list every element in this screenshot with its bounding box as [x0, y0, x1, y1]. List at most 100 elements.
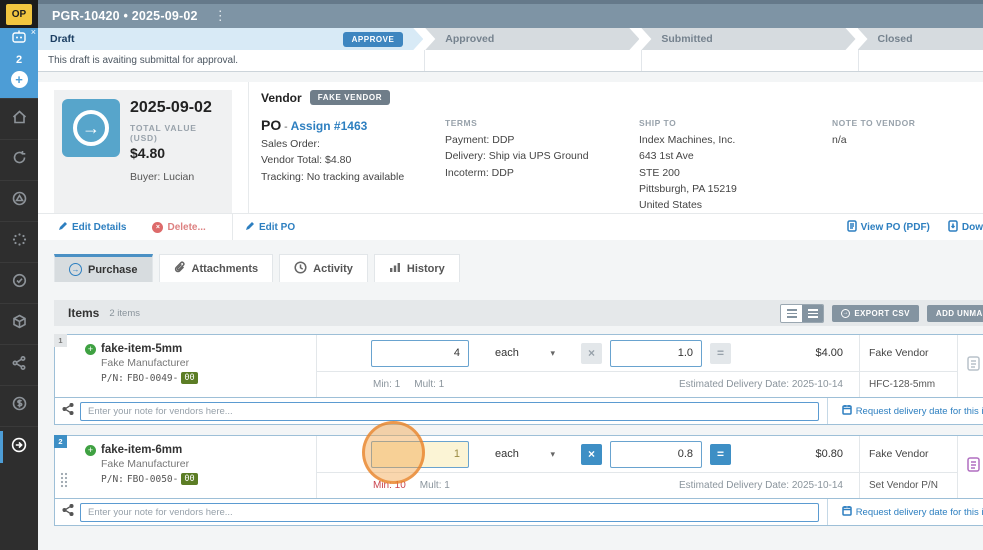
terms-payment: Payment: DDP — [445, 134, 515, 146]
close-icon[interactable]: × — [31, 28, 36, 37]
pencil-icon — [58, 221, 68, 234]
quantity-input[interactable] — [371, 440, 469, 468]
tab-history[interactable]: History — [373, 254, 460, 283]
line-total: $4.00 — [815, 347, 843, 360]
cube-icon — [12, 314, 27, 334]
order-date: 2025-09-02 — [130, 99, 212, 116]
export-csv-button[interactable]: → EXPORT CSV — [832, 304, 919, 322]
terms-delivery: Delivery: Ship via UPS Ground — [445, 150, 589, 163]
item-info-cell: + fake-item-5mm Fake Manufacturer P/N: F… — [55, 335, 317, 398]
chevron-down-icon: ▾ — [550, 448, 555, 459]
tab-purchase[interactable]: → Purchase — [54, 254, 153, 283]
download-po-link[interactable]: Dow — [948, 220, 983, 235]
sidebar-item-sync[interactable] — [0, 139, 38, 180]
request-delivery-link[interactable]: Request delivery date for this item — [841, 404, 983, 418]
ship-to-heading: SHIP TO — [639, 118, 677, 128]
record-title: PGR-10420 • 2025-09-02 — [52, 9, 198, 23]
vendor-note-input[interactable] — [80, 502, 819, 522]
set-vendor-pn-link[interactable]: Set Vendor P/N — [860, 472, 957, 498]
view-po-pdf-link[interactable]: View PO (PDF) — [846, 220, 930, 235]
vendor-name-badge[interactable]: FAKE VENDOR — [309, 90, 391, 105]
buyer-label: Buyer: Lucian — [130, 171, 195, 183]
item-name[interactable]: fake-item-6mm — [101, 444, 182, 456]
detail-tabs: → Purchase Attachments Activity History — [54, 254, 983, 283]
items-count: 2 items — [109, 307, 140, 319]
step-label: Draft — [50, 33, 75, 45]
status-subrow: This draft is avaiting submittal for app… — [38, 50, 983, 72]
document-icon[interactable] — [967, 457, 980, 477]
sidebar-item-inventory[interactable] — [0, 303, 38, 344]
vendor-total-line: Vendor Total: $4.80 — [261, 154, 352, 167]
total-value-label: TOTAL VALUE (USD) — [130, 123, 197, 143]
arrow-circle-icon — [11, 437, 27, 458]
ship-to-line: 643 1st Ave — [639, 150, 694, 163]
approve-button[interactable]: APPROVE — [343, 32, 404, 47]
extra-cell — [957, 335, 983, 398]
document-icon[interactable] — [967, 356, 980, 376]
app-logo[interactable]: OP — [6, 3, 32, 25]
robot-icon[interactable] — [11, 30, 27, 49]
vendor-note-row: Request delivery date for this item — [55, 498, 983, 526]
edit-po-button[interactable]: Edit PO — [245, 221, 295, 234]
compact-view-button[interactable] — [781, 304, 803, 322]
estimated-delivery: Estimated Delivery Date: 2025-10-14 — [679, 379, 843, 391]
sidebar-item-home[interactable] — [0, 98, 38, 139]
sidebar-item-quality[interactable] — [0, 262, 38, 303]
unit-price-input[interactable] — [610, 440, 702, 468]
notification-count: 2 — [15, 54, 23, 66]
min-qty-warning: Min: 10 — [373, 480, 406, 492]
sidebar-item-billing[interactable] — [0, 385, 38, 426]
unit-select[interactable]: each ▾ — [481, 347, 561, 359]
ship-to-line: Pittsburgh, PA 15219 — [639, 182, 737, 195]
terms-incoterm: Incoterm: DDP — [445, 166, 514, 179]
equals-operator: = — [710, 443, 731, 465]
sidebar-item-change-orders[interactable] — [0, 180, 38, 221]
item-row-2: 2 + fake-item-6mm Fake Manufacturer P/N:… — [54, 435, 983, 527]
quantity-input[interactable] — [371, 339, 469, 367]
total-value: $4.80 — [130, 145, 166, 161]
po-assign-link[interactable]: Assign #1463 — [291, 119, 368, 133]
add-icon[interactable]: + — [10, 71, 28, 88]
kebab-menu-icon[interactable]: ⋮ — [214, 8, 227, 24]
vendor-note-input[interactable] — [80, 401, 819, 421]
workflow-step-closed[interactable]: Closed — [857, 28, 983, 50]
sidebar-item-apps[interactable] — [0, 221, 38, 262]
document-icon — [846, 220, 857, 235]
min-qty: Min: 1 — [373, 379, 401, 391]
item-info-cell: + fake-item-6mm Fake Manufacturer P/N: F… — [55, 436, 317, 499]
pn-label: P/N: — [101, 372, 124, 384]
workflow-step-approved[interactable]: Approved — [425, 28, 639, 50]
arrow-circle-icon: → — [69, 263, 82, 277]
tab-activity[interactable]: Activity — [279, 254, 368, 283]
workflow-step-draft[interactable]: Draft APPROVE — [38, 28, 423, 50]
tab-attachments[interactable]: Attachments — [158, 254, 274, 283]
edit-details-button[interactable]: Edit Details — [58, 221, 126, 234]
multiply-operator: × — [581, 443, 602, 465]
po-separator: - — [284, 121, 288, 133]
items-panel: Items 2 items → EXPORT CSV ADD UNMANA 1 — [54, 300, 983, 527]
detail-view-button[interactable] — [802, 304, 824, 322]
vendor-label: Vendor — [261, 90, 302, 105]
drag-handle[interactable] — [60, 471, 68, 496]
request-delivery-link[interactable]: Request delivery date for this item — [841, 505, 983, 519]
vendor-name: Fake Vendor — [869, 448, 929, 461]
item-name[interactable]: fake-item-5mm — [101, 343, 182, 355]
unit-price-input[interactable] — [610, 339, 702, 367]
arrow-circle-icon: → — [73, 110, 109, 146]
delete-button[interactable]: × Delete... — [152, 221, 206, 233]
unit-select[interactable]: each ▾ — [481, 448, 561, 460]
order-summary-panel: → 2025-09-02 TOTAL VALUE (USD) $4.80 Buy… — [38, 82, 983, 241]
view-toggle — [780, 303, 825, 323]
add-unmanaged-button[interactable]: ADD UNMANA — [926, 304, 983, 322]
vendor-cell: Fake Vendor Set Vendor P/N — [859, 436, 957, 499]
workflow-step-submitted[interactable]: Submitted — [641, 28, 855, 50]
step-label: Closed — [877, 33, 913, 45]
sidebar-item-share[interactable] — [0, 344, 38, 385]
play-circle-icon — [12, 191, 27, 211]
sidebar-item-purchasing[interactable] — [0, 426, 38, 467]
pn-label: P/N: — [101, 473, 124, 485]
menu-view-icon — [807, 308, 818, 318]
list-view-icon — [786, 308, 797, 318]
step-label: Approved — [445, 33, 495, 45]
mult-qty: Mult: 1 — [419, 480, 450, 492]
